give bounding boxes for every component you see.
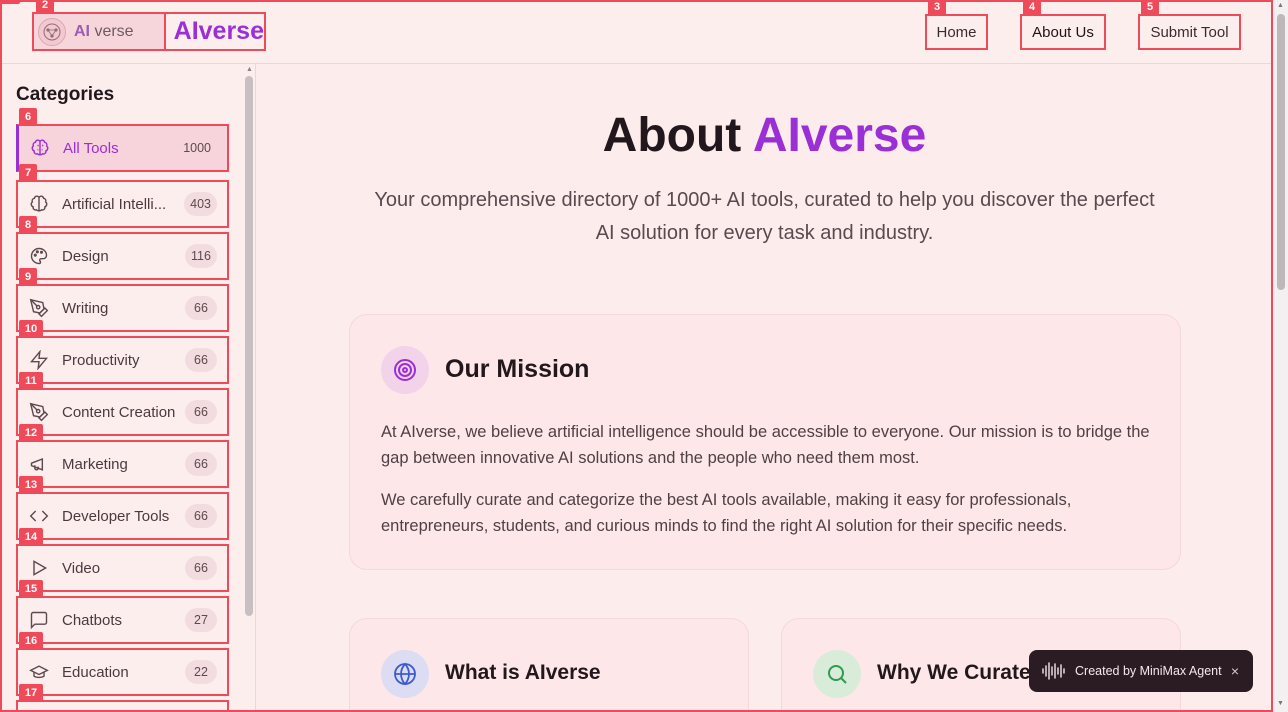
brain-icon	[29, 137, 51, 159]
annotation-tag-10: 10	[19, 320, 43, 338]
logo-image-text: AI verse	[74, 22, 134, 40]
nav-submit-tool[interactable]: Submit Tool	[1138, 14, 1241, 50]
target-icon	[381, 346, 429, 394]
annotation-tag-14: 14	[19, 528, 43, 546]
page-scroll-thumb[interactable]	[1277, 14, 1285, 290]
page-title: About AIverse	[602, 109, 927, 162]
category-label: Content Creation	[62, 403, 176, 421]
logo-image: AI verse	[34, 14, 164, 49]
brain-icon	[28, 193, 50, 215]
category-count: 27	[185, 608, 217, 632]
globe-icon	[381, 650, 429, 698]
category-label: Artificial Intelli...	[62, 195, 167, 213]
category-label: All Tools	[63, 139, 119, 157]
category-label: Developer Tools	[62, 507, 170, 525]
category-developer-tools[interactable]: Developer Tools 66	[16, 492, 229, 540]
palette-icon	[28, 245, 50, 267]
category-design[interactable]: Design 116	[16, 232, 229, 280]
annotation-tag-16: 16	[19, 632, 43, 650]
annotation-tag-12: 12	[19, 424, 43, 442]
logo-name: AIverse	[163, 14, 264, 49]
category-count: 66	[185, 400, 217, 424]
annotation-tag-4: 4	[1023, 0, 1041, 16]
toast-text: Created by MiniMax Agent	[1075, 664, 1222, 678]
category-content-creation[interactable]: Content Creation 66	[16, 388, 229, 436]
annotation-tag-1	[0, 0, 20, 4]
pen-tool-icon	[28, 297, 50, 319]
mission-paragraph-2: We carefully curate and categorize the b…	[381, 491, 1072, 535]
category-writing[interactable]: Writing 66	[16, 284, 229, 332]
annotation-tag-13: 13	[19, 476, 43, 494]
nav-about-us[interactable]: About Us	[1020, 14, 1106, 50]
mission-card: Our Mission At AIverse, we believe artif…	[349, 314, 1181, 570]
scroll-up-icon[interactable]: ▲	[1277, 2, 1284, 9]
sidebar-title: Categories	[16, 84, 115, 105]
category-artificial-intelligence[interactable]: Artificial Intelli... 403	[16, 180, 229, 228]
page-scrollbar[interactable]: ▲ ▼	[1274, 0, 1288, 712]
category-count: 66	[185, 296, 217, 320]
category-count: 66	[185, 348, 217, 372]
sidebar-scroll-up-icon[interactable]: ▲	[246, 66, 253, 73]
category-marketing[interactable]: Marketing 66	[16, 440, 229, 488]
annotation-tag-15: 15	[19, 580, 43, 598]
category-label: Video	[62, 559, 101, 577]
nav-home[interactable]: Home	[925, 14, 988, 50]
annotation-tag-8: 8	[19, 216, 37, 234]
what-is-card: What is AIverse	[349, 618, 749, 712]
audio-wave-icon	[1041, 661, 1067, 681]
top-header: AI verse AIverse Home About Us Submit To…	[0, 0, 1273, 64]
category-chatbots[interactable]: Chatbots 27	[16, 596, 229, 644]
category-label: Design	[62, 247, 109, 265]
category-count: 116	[185, 244, 217, 268]
message-square-icon	[28, 609, 50, 631]
category-count: 403	[184, 192, 217, 216]
annotation-tag-5: 5	[1141, 0, 1159, 16]
category-label: Productivity	[62, 351, 140, 369]
annotation-tag-17: 17	[19, 684, 43, 702]
category-productivity[interactable]: Productivity 66	[16, 336, 229, 384]
category-count: 66	[185, 504, 217, 528]
minimax-toast: Created by MiniMax Agent ×	[1029, 650, 1253, 692]
megaphone-icon	[28, 453, 50, 475]
code-icon	[28, 505, 50, 527]
sidebar-scrollbar[interactable]	[245, 76, 253, 616]
category-count: 66	[185, 452, 217, 476]
category-count: 22	[185, 660, 217, 684]
category-count: 66	[185, 556, 217, 580]
annotation-tag-2: 2	[36, 0, 54, 14]
category-video[interactable]: Video 66	[16, 544, 229, 592]
scroll-down-icon[interactable]: ▼	[1277, 700, 1284, 707]
zap-icon	[28, 349, 50, 371]
annotation-tag-11: 11	[19, 372, 43, 390]
why-curate-title: Why We Curate	[877, 661, 1031, 684]
page-subtitle: Your comprehensive directory of 1000+ AI…	[374, 189, 1155, 244]
what-is-title: What is AIverse	[445, 661, 601, 684]
category-label: Chatbots	[62, 611, 123, 629]
play-icon	[28, 557, 50, 579]
annotation-tag-9: 9	[19, 268, 37, 286]
category-count: 1000	[177, 136, 217, 160]
main-content: About AIverse Your comprehensive directo…	[257, 64, 1272, 712]
pen-tool-icon	[28, 401, 50, 423]
close-icon[interactable]: ×	[1231, 663, 1239, 679]
annotation-tag-6: 6	[19, 108, 37, 126]
logo-link[interactable]: AI verse AIverse	[32, 12, 266, 51]
category-education[interactable]: Education 22	[16, 648, 229, 696]
category-label: Writing	[62, 299, 109, 317]
category-label: Marketing	[62, 455, 128, 473]
mission-paragraph-1: At AIverse, we believe artificial intell…	[381, 423, 1150, 467]
category-all-tools[interactable]: All Tools 1000	[16, 124, 229, 172]
search-icon	[813, 650, 861, 698]
category-label: Education	[62, 663, 129, 681]
graduation-cap-icon	[28, 661, 50, 683]
logo-network-icon	[38, 17, 66, 46]
annotation-tag-7: 7	[19, 164, 37, 182]
category-next-partial[interactable]	[16, 700, 229, 712]
mission-title: Our Mission	[445, 355, 590, 383]
annotation-tag-3: 3	[928, 0, 946, 16]
